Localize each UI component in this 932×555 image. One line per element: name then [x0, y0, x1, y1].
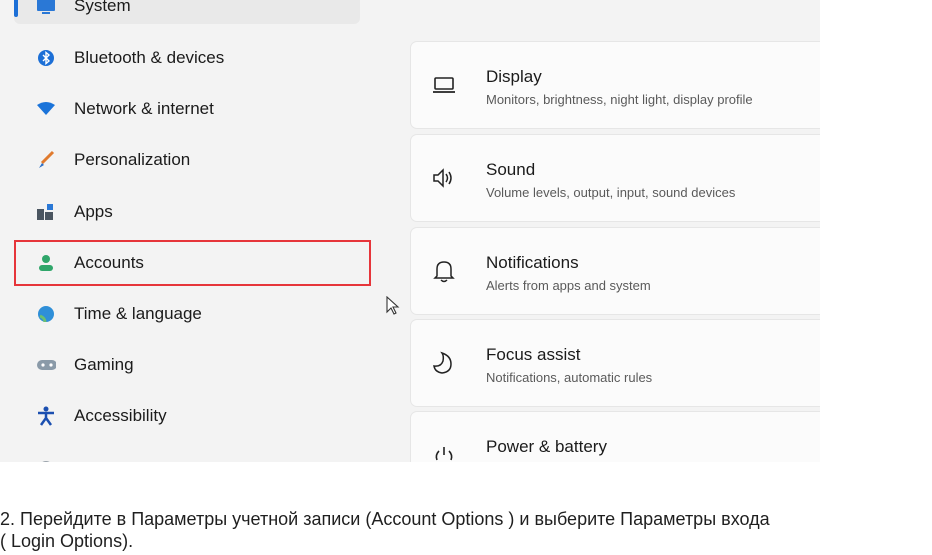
setting-title: Focus assist — [486, 345, 581, 364]
setting-card-display[interactable]: Display Monitors, brightness, night ligh… — [411, 42, 820, 128]
setting-title: Display — [486, 67, 542, 86]
setting-title: Sound — [486, 160, 536, 179]
sidebar-item-system[interactable]: System — [14, 0, 360, 24]
sidebar-item-apps[interactable]: Apps — [14, 194, 360, 230]
setting-card-power-battery[interactable]: Power & battery — [411, 412, 820, 462]
bell-icon — [431, 258, 457, 284]
sidebar-item-label: System — [74, 0, 131, 15]
setting-card-notifications[interactable]: Notifications Alerts from apps and syste… — [411, 228, 820, 314]
accessibility-icon — [36, 406, 56, 426]
sidebar-item-label: Bluetooth & devices — [74, 48, 225, 67]
sidebar-item-label: Accounts — [74, 253, 144, 272]
globe-icon — [36, 304, 56, 324]
sidebar-item-personalization[interactable]: Personalization — [14, 142, 360, 178]
sidebar: System Bluetooth & devices Network & int… — [0, 0, 400, 462]
sidebar-item-bluetooth[interactable]: Bluetooth & devices — [14, 40, 360, 76]
setting-card-focus-assist[interactable]: Focus assist Notifications, automatic ru… — [411, 320, 820, 406]
moon-icon — [431, 350, 457, 376]
apps-icon — [36, 202, 56, 222]
selection-indicator — [14, 0, 18, 17]
sidebar-item-accessibility[interactable]: Accessibility — [14, 398, 360, 434]
sidebar-item-accounts[interactable]: Accounts — [14, 245, 360, 281]
sidebar-item-gaming[interactable]: Gaming — [14, 347, 360, 383]
setting-subtitle: Notifications, automatic rules — [486, 370, 653, 385]
partial-icon — [36, 456, 56, 462]
monitor-icon — [36, 0, 56, 16]
sidebar-item-label: Network & internet — [74, 99, 214, 118]
setting-title: Power & battery — [486, 437, 607, 456]
sidebar-item-label: Time & language — [74, 304, 202, 323]
person-icon — [36, 253, 56, 273]
wifi-icon — [36, 99, 56, 119]
sidebar-item-time-language[interactable]: Time & language — [14, 296, 360, 332]
instruction-caption: 2. Перейдите в Параметры учетной записи … — [0, 508, 932, 552]
speaker-icon — [431, 165, 457, 191]
setting-subtitle: Alerts from apps and system — [486, 278, 651, 293]
laptop-icon — [431, 72, 457, 98]
gamepad-icon — [36, 355, 56, 375]
bluetooth-icon — [36, 48, 56, 68]
caption-line: ( Login Options). — [0, 531, 134, 551]
caption-line: 2. Перейдите в Параметры учетной записи … — [0, 509, 770, 529]
sidebar-item-label: Accessibility — [74, 406, 167, 425]
setting-title: Notifications — [486, 253, 579, 272]
sidebar-item-label: Personalization — [74, 150, 191, 169]
sidebar-item-label: Gaming — [74, 355, 134, 374]
settings-screenshot: System Bluetooth & devices Network & int… — [0, 0, 820, 462]
power-icon — [431, 442, 457, 462]
sidebar-item-partial[interactable] — [14, 448, 360, 462]
setting-subtitle: Volume levels, output, input, sound devi… — [486, 185, 736, 200]
setting-card-sound[interactable]: Sound Volume levels, output, input, soun… — [411, 135, 820, 221]
setting-subtitle: Monitors, brightness, night light, displ… — [486, 92, 753, 107]
sidebar-item-label: Apps — [74, 202, 113, 221]
mouse-cursor-icon — [386, 295, 400, 321]
brush-icon — [36, 150, 56, 170]
sidebar-item-network[interactable]: Network & internet — [14, 91, 360, 127]
